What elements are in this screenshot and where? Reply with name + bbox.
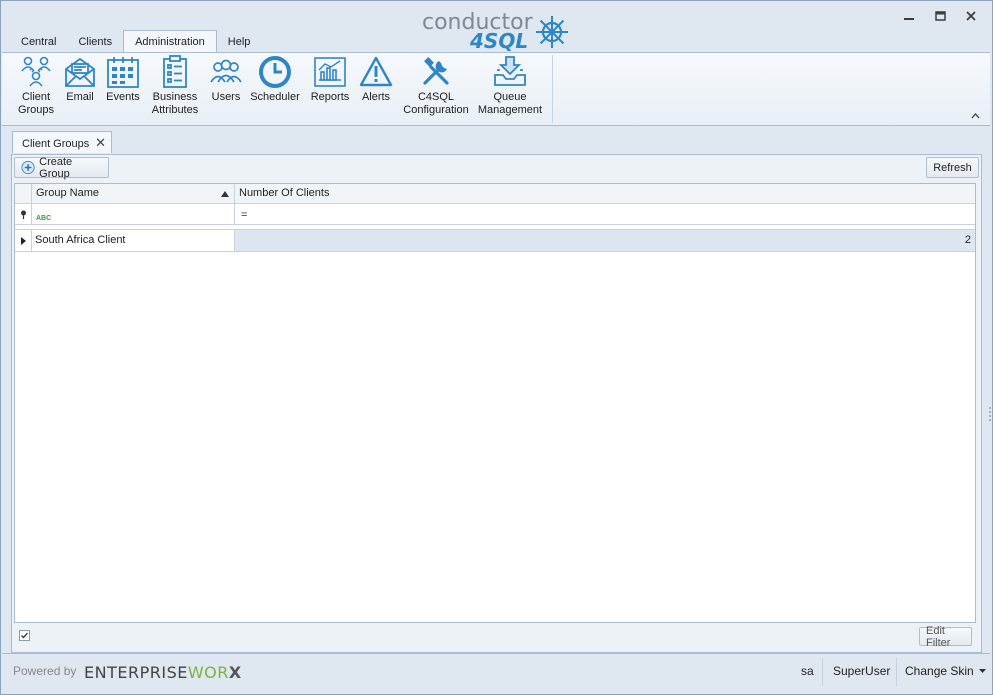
group-name-filter-input[interactable]: ABC <box>32 204 235 224</box>
filter-pin-icon <box>15 204 32 224</box>
collapse-ribbon-icon[interactable] <box>971 111 980 121</box>
calendar-icon <box>107 57 139 88</box>
table-row[interactable]: South Africa Client 2 <box>15 229 975 252</box>
scheduler-label: Scheduler <box>250 91 300 103</box>
reports-label: Reports <box>310 91 350 103</box>
client-groups-icon <box>21 56 51 87</box>
client-groups-button[interactable]: Client Groups <box>16 55 56 117</box>
queue-management-button[interactable]: Queue Management <box>477 55 543 117</box>
conductor4sql-logo: conductor 4SQL <box>422 8 572 54</box>
warning-icon <box>359 56 393 87</box>
brand-x: X <box>228 662 242 682</box>
filter-enabled-checkbox[interactable] <box>19 630 30 641</box>
tab-administration[interactable]: Administration <box>123 30 217 54</box>
column-label-group-name: Group Name <box>36 187 99 199</box>
row-indicator-icon <box>15 230 32 251</box>
client-groups-panel: Create Group Refresh Group Name Number O… <box>11 154 982 653</box>
users-label: Users <box>211 91 241 103</box>
brand-wor: WOR <box>187 662 229 682</box>
users-button[interactable]: Users <box>208 55 244 104</box>
client-groups-grid: Group Name Number Of Clients ABC = South… <box>14 183 976 623</box>
alerts-button[interactable]: Alerts <box>359 55 393 104</box>
ship-wheel-icon <box>536 16 568 48</box>
inbox-tray-icon <box>494 56 526 86</box>
email-button[interactable]: Email <box>62 55 98 104</box>
column-header-number-of-clients[interactable]: Number Of Clients <box>235 184 975 203</box>
column-label-number-of-clients: Number Of Clients <box>239 187 330 199</box>
clipboard-list-icon <box>163 55 187 88</box>
queue-management-label-1: Queue <box>493 91 527 103</box>
queue-management-label-2: Management <box>477 104 543 116</box>
app-window: conductor 4SQL Central Clients Administr… <box>0 0 993 695</box>
client-groups-label-2: Groups <box>17 104 55 116</box>
status-separator <box>896 658 897 686</box>
tools-icon <box>423 57 449 85</box>
doc-tab-client-groups[interactable]: Client Groups ✕ <box>12 131 112 153</box>
cell-number-of-clients[interactable]: 2 <box>235 230 975 251</box>
ribbon: Client Groups Email Events Business Attr… <box>2 52 990 126</box>
grid-header: Group Name Number Of Clients <box>15 184 975 204</box>
email-icon <box>65 57 95 87</box>
add-circle-icon <box>21 160 35 175</box>
column-header-group-name[interactable]: Group Name <box>32 184 235 203</box>
email-label: Email <box>66 91 94 103</box>
tab-clients[interactable]: Clients <box>67 31 123 52</box>
c4sql-configuration-label-2: Configuration <box>403 104 469 116</box>
title-bar: conductor 4SQL Central Clients Administr… <box>1 1 992 54</box>
edit-filter-button[interactable]: Edit Filter <box>919 625 972 649</box>
events-label: Events <box>106 91 140 103</box>
sort-ascending-icon <box>221 191 229 197</box>
enterpriseworx-logo: ENTERPRISE WOR X <box>84 660 242 684</box>
powered-by-label: Powered by <box>13 664 77 678</box>
minimize-icon[interactable] <box>899 7 919 25</box>
change-skin-label: Change Skin <box>905 664 974 678</box>
clock-icon <box>259 56 291 88</box>
auto-filter-row: ABC = <box>15 204 975 225</box>
number-of-clients-filter-input[interactable]: = <box>235 204 975 224</box>
splitter-grip[interactable] <box>988 406 992 422</box>
cell-group-name[interactable]: South Africa Client <box>32 230 235 251</box>
c4sql-configuration-button[interactable]: C4SQL Configuration <box>401 55 471 117</box>
client-groups-label-1: Client <box>21 91 51 103</box>
restore-icon[interactable] <box>930 7 950 25</box>
c4sql-configuration-label-1: C4SQL <box>417 91 455 103</box>
users-icon <box>210 59 242 83</box>
business-attributes-button[interactable]: Business Attributes <box>149 55 201 117</box>
ribbon-tabs: Central Clients Administration Help <box>10 30 262 54</box>
logo-text-4sql: 4SQL <box>470 29 529 53</box>
business-attributes-label-1: Business <box>152 91 198 103</box>
close-icon[interactable] <box>961 7 981 25</box>
events-button[interactable]: Events <box>104 55 142 104</box>
doc-tab-label: Client Groups <box>22 138 90 150</box>
status-separator <box>822 658 823 686</box>
text-filter-mode-icon[interactable]: ABC <box>36 215 51 222</box>
scheduler-button[interactable]: Scheduler <box>250 55 300 104</box>
dropdown-arrow-icon <box>979 669 987 674</box>
business-attributes-label-2: Attributes <box>151 104 199 116</box>
tab-central[interactable]: Central <box>10 31 67 52</box>
current-user: sa <box>801 664 814 678</box>
user-role: SuperUser <box>833 664 891 678</box>
brand-enterprise: ENTERPRISE <box>84 662 188 682</box>
close-tab-icon[interactable]: ✕ <box>95 135 106 151</box>
reports-button[interactable]: Reports <box>308 55 352 104</box>
number-filter-mode-icon[interactable]: = <box>241 209 247 221</box>
ribbon-separator <box>552 55 553 123</box>
change-skin-dropdown[interactable]: Change Skin <box>905 664 987 678</box>
create-group-label: Create Group <box>39 155 73 180</box>
create-group-button[interactable]: Create Group <box>14 155 109 180</box>
grid-footer: Edit Filter <box>14 625 974 649</box>
refresh-button[interactable]: Refresh <box>926 157 979 178</box>
chart-report-icon <box>314 57 346 87</box>
status-bar: Powered by ENTERPRISE WOR X sa SuperUser… <box>2 653 990 692</box>
header-indicator-cell <box>15 184 32 203</box>
tab-help[interactable]: Help <box>217 31 262 52</box>
alerts-label: Alerts <box>361 91 391 103</box>
